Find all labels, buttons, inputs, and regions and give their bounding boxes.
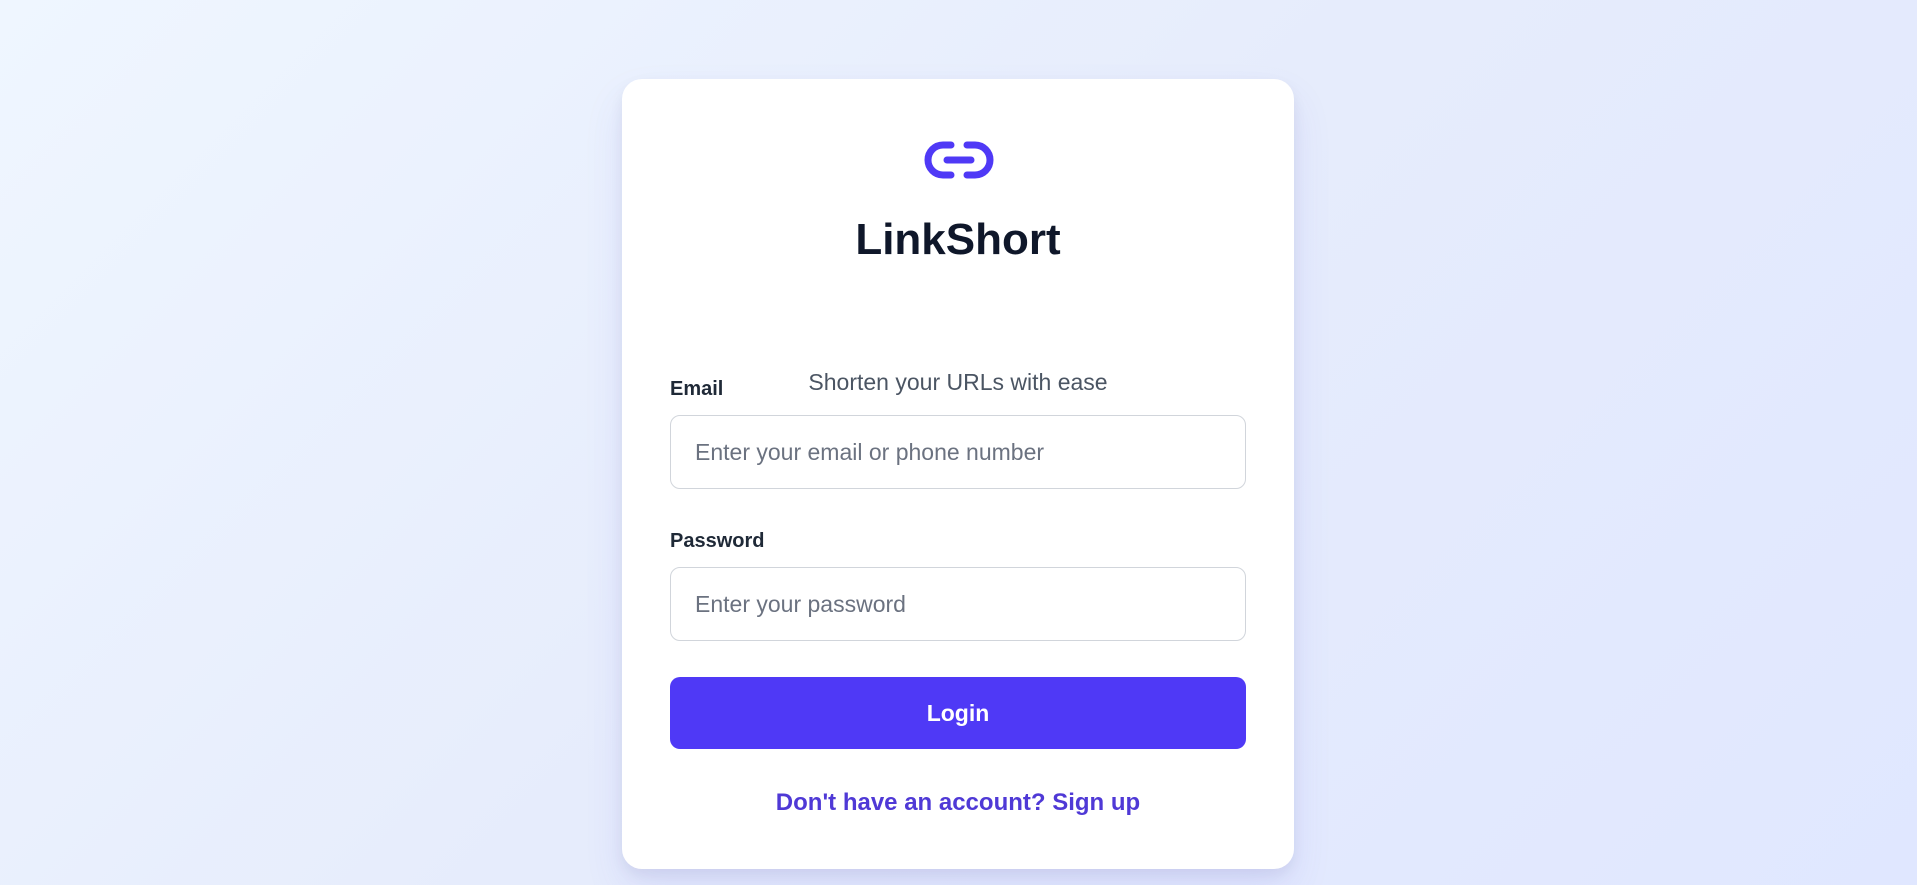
password-field[interactable] [670, 567, 1246, 641]
login-button[interactable]: Login [670, 677, 1246, 749]
app-title: LinkShort [855, 215, 1061, 264]
link-icon [924, 137, 994, 183]
signup-link[interactable]: Don't have an account? Sign up [622, 786, 1294, 820]
email-field[interactable] [670, 415, 1246, 489]
login-card: LinkShort Shorten your URLs with ease Em… [622, 79, 1294, 869]
password-label: Password [670, 530, 765, 552]
email-label: Email [670, 378, 724, 400]
